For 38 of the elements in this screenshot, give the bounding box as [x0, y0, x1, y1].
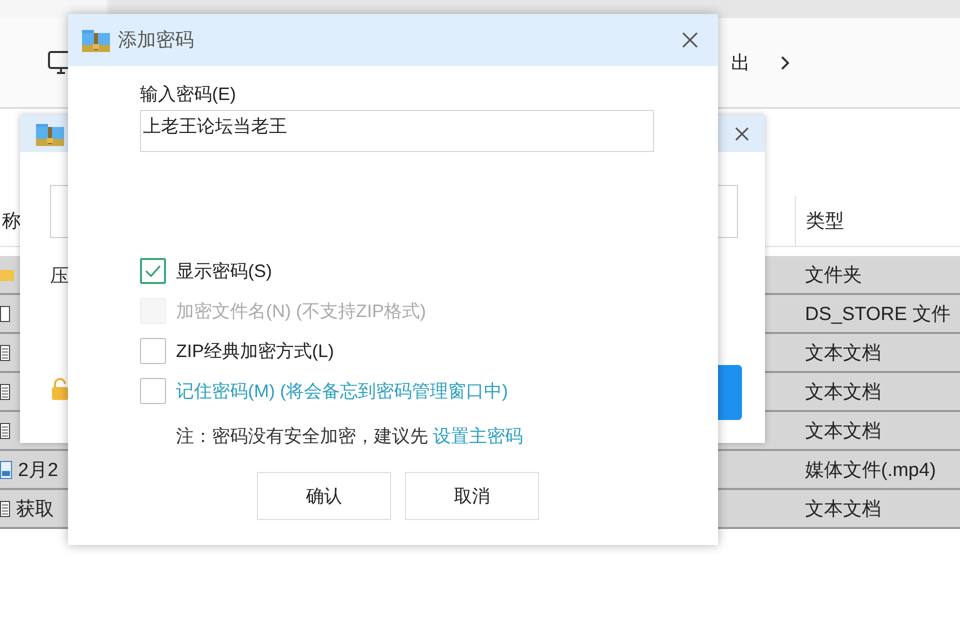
option-label: 压	[50, 265, 69, 289]
file-type: 文本文档	[804, 380, 881, 404]
checkbox-label[interactable]: 显示密码(S)	[176, 259, 272, 283]
lock-icon	[52, 378, 68, 400]
file-name: 获取	[16, 498, 54, 522]
checkbox[interactable]	[140, 338, 166, 364]
check-icon	[145, 265, 161, 277]
close-icon[interactable]	[735, 126, 749, 140]
folder-icon	[0, 268, 14, 282]
file-type: 文件夹	[804, 264, 862, 288]
text-file-icon	[0, 384, 10, 400]
archive-icon	[82, 28, 110, 52]
text-file-icon	[0, 422, 10, 438]
note-text: 注：密码没有安全加密，建议先 设置主密码	[175, 426, 524, 446]
archive-icon	[36, 122, 64, 146]
file-type: 文本文档	[804, 342, 881, 366]
file-type: DS_STORE 文件	[804, 302, 950, 326]
file-type: 文本文档	[804, 420, 881, 444]
close-icon[interactable]	[682, 32, 698, 48]
file-type: 媒体文件(.mp4)	[804, 458, 936, 482]
video-file-icon	[0, 460, 12, 478]
window-title: 添加密码	[118, 29, 194, 53]
password-field[interactable]: 上老王论坛当老王	[140, 110, 654, 152]
checkbox-label[interactable]: ZIP经典加密方式(L)	[176, 339, 334, 363]
file-type: 文本文档	[804, 498, 881, 522]
toolbar-label: 出	[731, 52, 750, 76]
column-header[interactable]: 类型	[795, 196, 844, 246]
column-header[interactable]: 称	[2, 211, 21, 232]
cancel-button[interactable]: 取消	[405, 472, 539, 520]
text-file-icon	[0, 500, 10, 516]
field-label: 输入密码(E)	[140, 83, 236, 105]
checkbox[interactable]	[140, 258, 166, 284]
confirm-button[interactable]: 确认	[257, 472, 391, 520]
file-icon	[0, 306, 10, 322]
chevron-icon[interactable]	[780, 54, 790, 70]
file-name: 2月2	[18, 458, 58, 482]
checkbox[interactable]	[140, 378, 166, 404]
text-file-icon	[0, 344, 10, 360]
